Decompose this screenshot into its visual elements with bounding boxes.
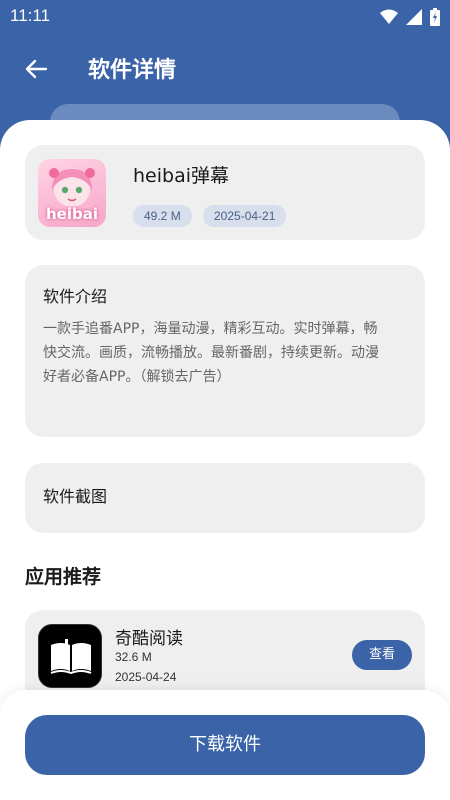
app-name: heibai弹幕 [133, 165, 229, 187]
page-title: 软件详情 [88, 58, 177, 83]
app-date-badge: 2025-04-21 [203, 205, 287, 227]
wifi-icon [380, 9, 398, 24]
intro-title: 软件介绍 [43, 287, 108, 306]
recommend-app-name: 奇酷阅读 [115, 629, 183, 649]
intro-text: 一款手追番APP，海量动漫，精彩互动。实时弹幕，畅 快交流。画质，流畅播放。最新… [43, 317, 407, 389]
signal-icon [406, 9, 422, 25]
open-book-icon [50, 639, 92, 675]
intro-card: 软件介绍 一款手追番APP，海量动漫，精彩互动。实时弹幕，畅 快交流。画质，流畅… [25, 265, 425, 437]
app-info-card: heibai heibai弹幕 49.2 M 2025-04-21 [25, 145, 425, 240]
back-button[interactable] [20, 52, 54, 86]
screenshots-card: 软件截图 [25, 463, 425, 533]
intro-line: 好者必备APP。（解锁去广告） [43, 369, 231, 385]
status-time: 11:11 [10, 6, 51, 25]
screenshots-title: 软件截图 [43, 487, 108, 506]
intro-line: 快交流。画质，流畅播放。最新番剧，持续更新。动漫 [43, 345, 379, 361]
app-icon: heibai [38, 159, 106, 227]
toolbar: 软件详情 [0, 40, 450, 96]
recommend-section-title: 应用推荐 [25, 566, 102, 588]
status-icons [380, 8, 440, 26]
app-size-badge: 49.2 M [133, 205, 192, 227]
status-bar: 11:11 [0, 0, 450, 34]
download-button[interactable]: 下载软件 [25, 715, 425, 775]
recommend-app-icon [38, 624, 102, 688]
recommend-app-size: 32.6 M [115, 650, 152, 664]
bottom-bar: 下载软件 [0, 690, 450, 800]
battery-icon [430, 8, 440, 26]
recommend-app-date: 2025-04-24 [115, 670, 177, 684]
app-icon-text: heibai [46, 205, 98, 223]
intro-line: 一款手追番APP，海量动漫，精彩互动。实时弹幕，畅 [43, 321, 378, 337]
arrow-left-icon [25, 59, 48, 79]
view-button[interactable]: 查看 [352, 640, 412, 670]
